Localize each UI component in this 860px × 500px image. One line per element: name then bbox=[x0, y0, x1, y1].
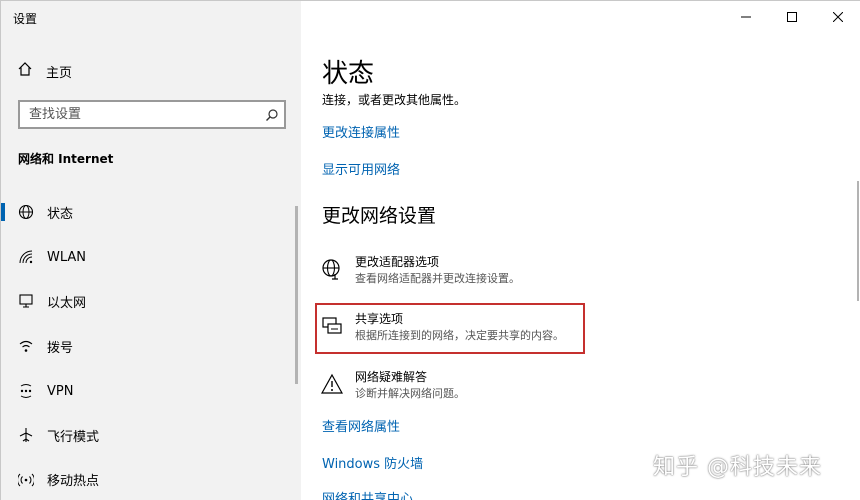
window-title: 设置 bbox=[13, 12, 38, 26]
close-icon bbox=[833, 12, 843, 22]
adapter-options[interactable]: 更改适配器选项 查看网络适配器并更改连接设置。 bbox=[320, 254, 584, 296]
windows-firewall-link[interactable]: Windows 防火墙 bbox=[322, 453, 423, 472]
sidebar-item-status[interactable]: 状态 bbox=[1, 192, 297, 232]
sidebar-item-vpn[interactable]: VPN bbox=[1, 371, 297, 411]
section-label: 网络和 Internet bbox=[18, 152, 114, 166]
change-connection-properties-link[interactable]: 更改连接属性 bbox=[322, 122, 400, 141]
sharing-icon bbox=[320, 314, 344, 338]
option-description: 诊断并解决网络问题。 bbox=[355, 387, 465, 400]
page-title: 状态 bbox=[322, 59, 375, 89]
option-title: 共享选项 bbox=[355, 312, 404, 326]
sidebar-item-hotspot[interactable]: 移动热点 bbox=[1, 459, 297, 499]
home-link[interactable]: 主页 bbox=[17, 59, 72, 83]
section-title: 更改网络设置 bbox=[322, 205, 437, 227]
sidebar-item-dialup[interactable]: 拨号 bbox=[1, 326, 297, 366]
option-description: 根据所连接到的网络，决定要共享的内容。 bbox=[355, 329, 564, 342]
search-box[interactable] bbox=[18, 100, 286, 129]
view-network-properties-link[interactable]: 查看网络属性 bbox=[322, 416, 400, 435]
sidebar-item-label: 移动热点 bbox=[47, 473, 100, 489]
option-title: 更改适配器选项 bbox=[355, 255, 440, 269]
network-sharing-center-link[interactable]: 网络和共享中心 bbox=[322, 488, 413, 500]
search-input[interactable] bbox=[20, 107, 260, 122]
sidebar-item-wlan[interactable]: WLAN bbox=[1, 237, 297, 277]
minimize-icon bbox=[741, 16, 751, 18]
ethernet-icon bbox=[17, 292, 35, 310]
minimize-button[interactable] bbox=[723, 1, 769, 33]
maximize-icon bbox=[787, 12, 797, 22]
sidebar-scrollbar[interactable] bbox=[295, 206, 298, 384]
sidebar-item-label: 拨号 bbox=[47, 340, 74, 356]
sidebar-item-ethernet[interactable]: 以太网 bbox=[1, 281, 297, 321]
sidebar-item-airplane[interactable]: 飞行模式 bbox=[1, 415, 297, 455]
main-panel: 状态 连接，或者更改其他属性。 更改连接属性 显示可用网络 更改网络设置 更改适… bbox=[301, 1, 860, 500]
sidebar-item-label: 状态 bbox=[47, 206, 74, 222]
adapter-globe-icon bbox=[320, 257, 344, 281]
network-troubleshooter[interactable]: 网络疑难解答 诊断并解决网络问题。 bbox=[320, 369, 584, 411]
sidebar-item-label: 飞行模式 bbox=[47, 429, 100, 445]
dialup-icon bbox=[17, 337, 35, 355]
settings-window: 设置 主页 网络和 Internet 状态 WLAN bbox=[0, 0, 860, 500]
airplane-icon bbox=[17, 426, 35, 444]
sidebar-item-label: VPN bbox=[47, 383, 74, 399]
wifi-icon bbox=[17, 248, 35, 266]
sharing-options[interactable]: 共享选项 根据所连接到的网络，决定要共享的内容。 bbox=[320, 311, 584, 353]
home-icon bbox=[17, 61, 33, 81]
warning-icon bbox=[320, 372, 344, 396]
main-scrollbar[interactable] bbox=[857, 181, 859, 301]
watermark: 知乎 @科技未来 bbox=[653, 455, 822, 480]
option-title: 网络疑难解答 bbox=[355, 370, 428, 384]
option-description: 查看网络适配器并更改连接设置。 bbox=[355, 272, 520, 285]
show-available-networks-link[interactable]: 显示可用网络 bbox=[322, 159, 400, 178]
window-controls bbox=[723, 1, 860, 33]
close-button[interactable] bbox=[815, 1, 860, 33]
sidebar-item-label: 以太网 bbox=[47, 295, 87, 311]
globe-icon bbox=[17, 203, 35, 221]
sidebar: 设置 主页 网络和 Internet 状态 WLAN bbox=[1, 1, 301, 500]
search-icon[interactable] bbox=[260, 108, 284, 122]
hotspot-icon bbox=[17, 470, 35, 488]
maximize-button[interactable] bbox=[769, 1, 815, 33]
sidebar-item-label: WLAN bbox=[47, 249, 87, 265]
vpn-icon bbox=[17, 382, 35, 400]
home-label: 主页 bbox=[46, 65, 73, 81]
page-subtitle: 连接，或者更改其他属性。 bbox=[322, 93, 467, 107]
